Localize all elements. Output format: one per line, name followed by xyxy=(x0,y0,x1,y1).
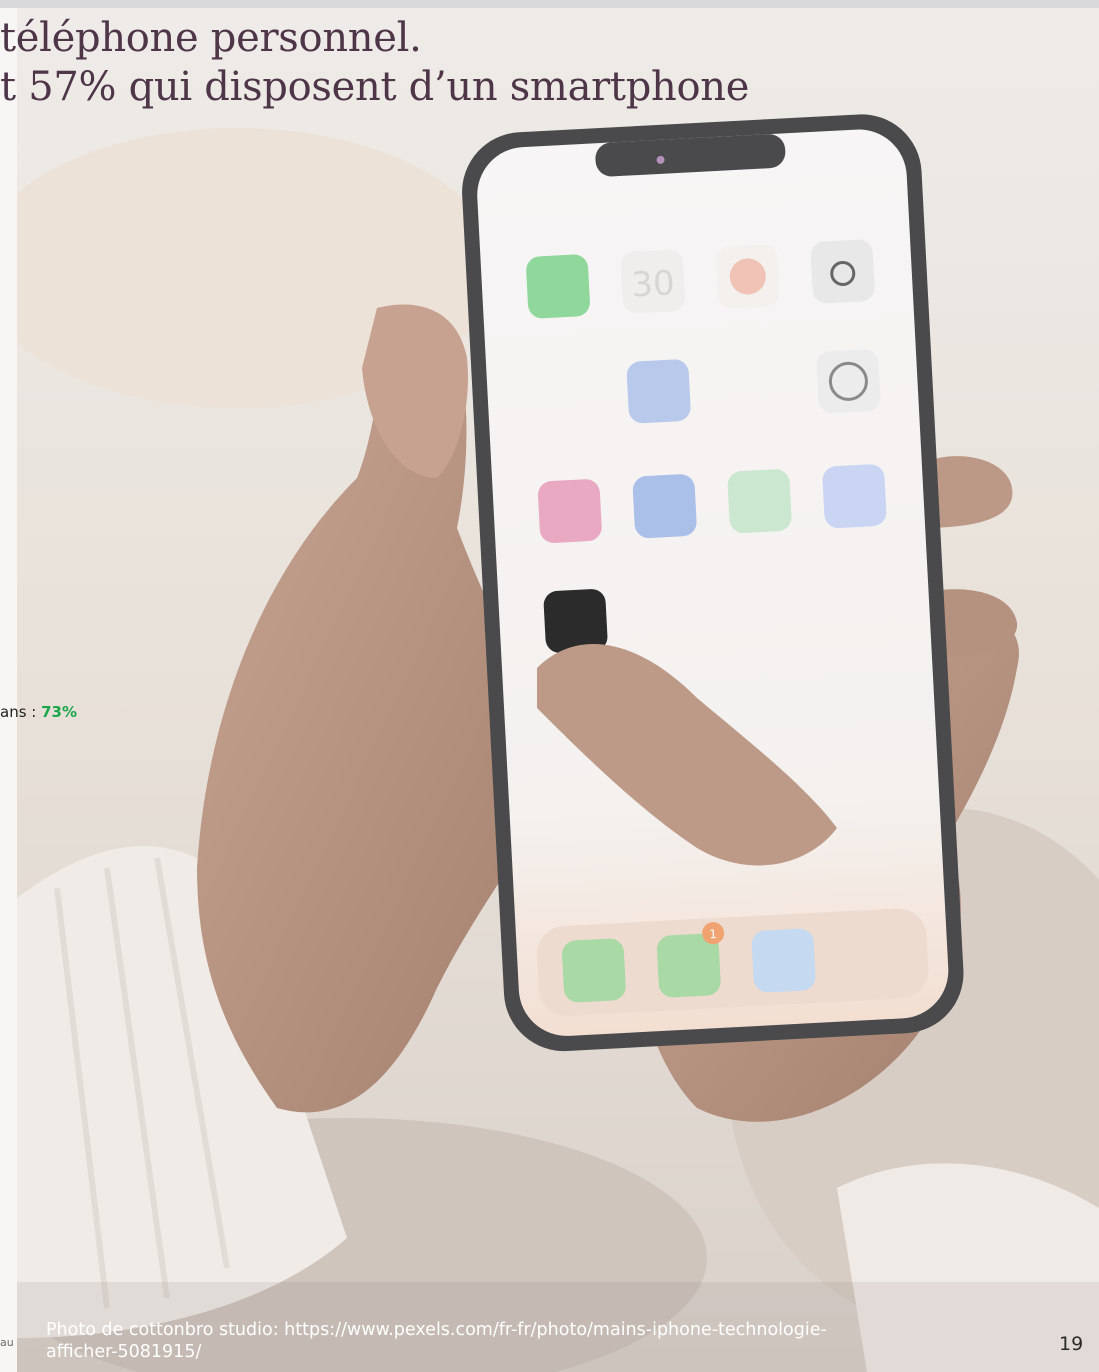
hands-holding-phone-image: 30 1 xyxy=(17,8,1099,1372)
headline-line-1: téléphone personnel. xyxy=(0,15,422,61)
slide-page: 30 1 téléphone personnel. t 57% qui disp… xyxy=(0,0,1099,1372)
calendar-day-text: 30 xyxy=(630,263,675,305)
top-bar xyxy=(0,0,1099,8)
headline: téléphone personnel. t 57% qui disposent… xyxy=(0,14,749,112)
statistic-prefix: ans : xyxy=(0,703,42,721)
background-photo: 30 1 xyxy=(17,8,1099,1372)
headline-line-2: t 57% qui disposent d’un smartphone xyxy=(0,64,750,110)
message-badge: 1 xyxy=(709,927,717,941)
photo-credit: Photo de cottonbro studio: https://www.p… xyxy=(46,1320,827,1362)
footer-left-text: au xyxy=(0,1336,14,1349)
page-number: 19 xyxy=(1059,1333,1084,1355)
statistic-label: ans : 73% xyxy=(0,703,77,721)
statistic-value: 73% xyxy=(41,703,78,721)
